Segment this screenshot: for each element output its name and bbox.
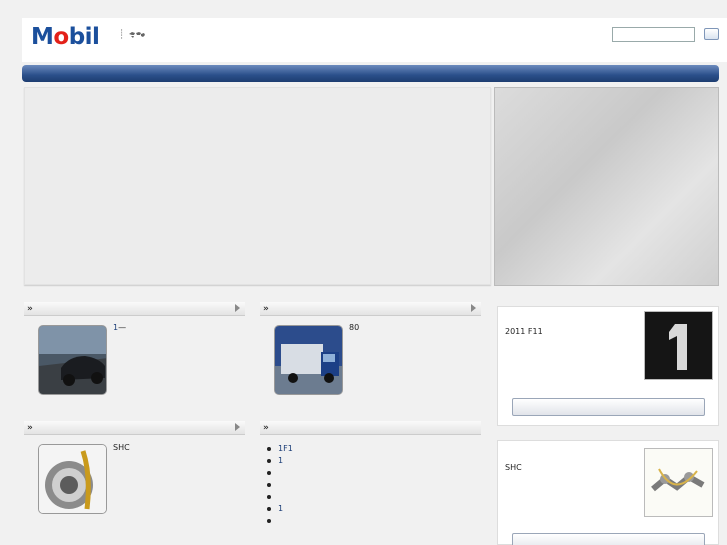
news-item[interactable] — [265, 479, 293, 491]
arrow-right-icon[interactable] — [471, 304, 476, 312]
news-item[interactable]: 1 — [265, 455, 293, 467]
mobil-logo[interactable]: Mobil — [31, 24, 100, 50]
section-2-text: 80 — [349, 323, 360, 332]
side-card-1-button[interactable] — [512, 398, 705, 416]
news-list: 1F1 1 1 — [265, 443, 293, 527]
gear-oil-thumbnail[interactable] — [38, 444, 107, 514]
truck-thumbnail[interactable] — [274, 325, 343, 395]
arrow-right-icon[interactable] — [235, 304, 240, 312]
search-button[interactable] — [704, 28, 719, 40]
section-3-text: SHC — [113, 443, 130, 452]
double-chevron-icon: » — [27, 422, 33, 433]
hero-banner — [24, 87, 491, 285]
hero-text-panel — [494, 87, 719, 286]
double-chevron-icon: » — [27, 303, 33, 314]
arrow-right-icon[interactable] — [235, 423, 240, 431]
search-input[interactable] — [612, 27, 695, 42]
side-card-2-button[interactable] — [512, 533, 705, 545]
news-item[interactable] — [265, 491, 293, 503]
news-item[interactable]: 1F1 — [265, 443, 293, 455]
page: Mobil ┊ » 1— » 80 » SHC » 1F1 1 1 2011 F… — [0, 0, 727, 545]
world-map-icon[interactable] — [128, 31, 146, 39]
side-card-1: 2011 F11 — [497, 306, 719, 426]
double-chevron-icon: » — [263, 422, 269, 433]
double-chevron-icon: » — [263, 303, 269, 314]
number-one-image[interactable] — [644, 311, 713, 380]
news-item[interactable]: 1 — [265, 503, 293, 515]
section-1-text: 1— — [113, 323, 127, 332]
main-nav — [22, 65, 719, 82]
header-bar: Mobil ┊ — [22, 18, 727, 62]
section-header-3[interactable]: » — [24, 421, 245, 435]
side-card-2: SHC — [497, 440, 719, 545]
section-header-4[interactable]: » — [260, 421, 481, 435]
section-header-2[interactable]: » — [260, 302, 481, 316]
crankshaft-image[interactable] — [644, 448, 713, 517]
utility-links: ┊ — [115, 30, 150, 40]
util-separator: ┊ — [119, 30, 125, 40]
side-card-text: SHC — [505, 463, 522, 472]
section-header-1[interactable]: » — [24, 302, 245, 316]
side-card-text: 2011 F11 — [505, 327, 543, 336]
news-item[interactable] — [265, 467, 293, 479]
news-item[interactable] — [265, 515, 293, 527]
car-thumbnail[interactable] — [38, 325, 107, 395]
